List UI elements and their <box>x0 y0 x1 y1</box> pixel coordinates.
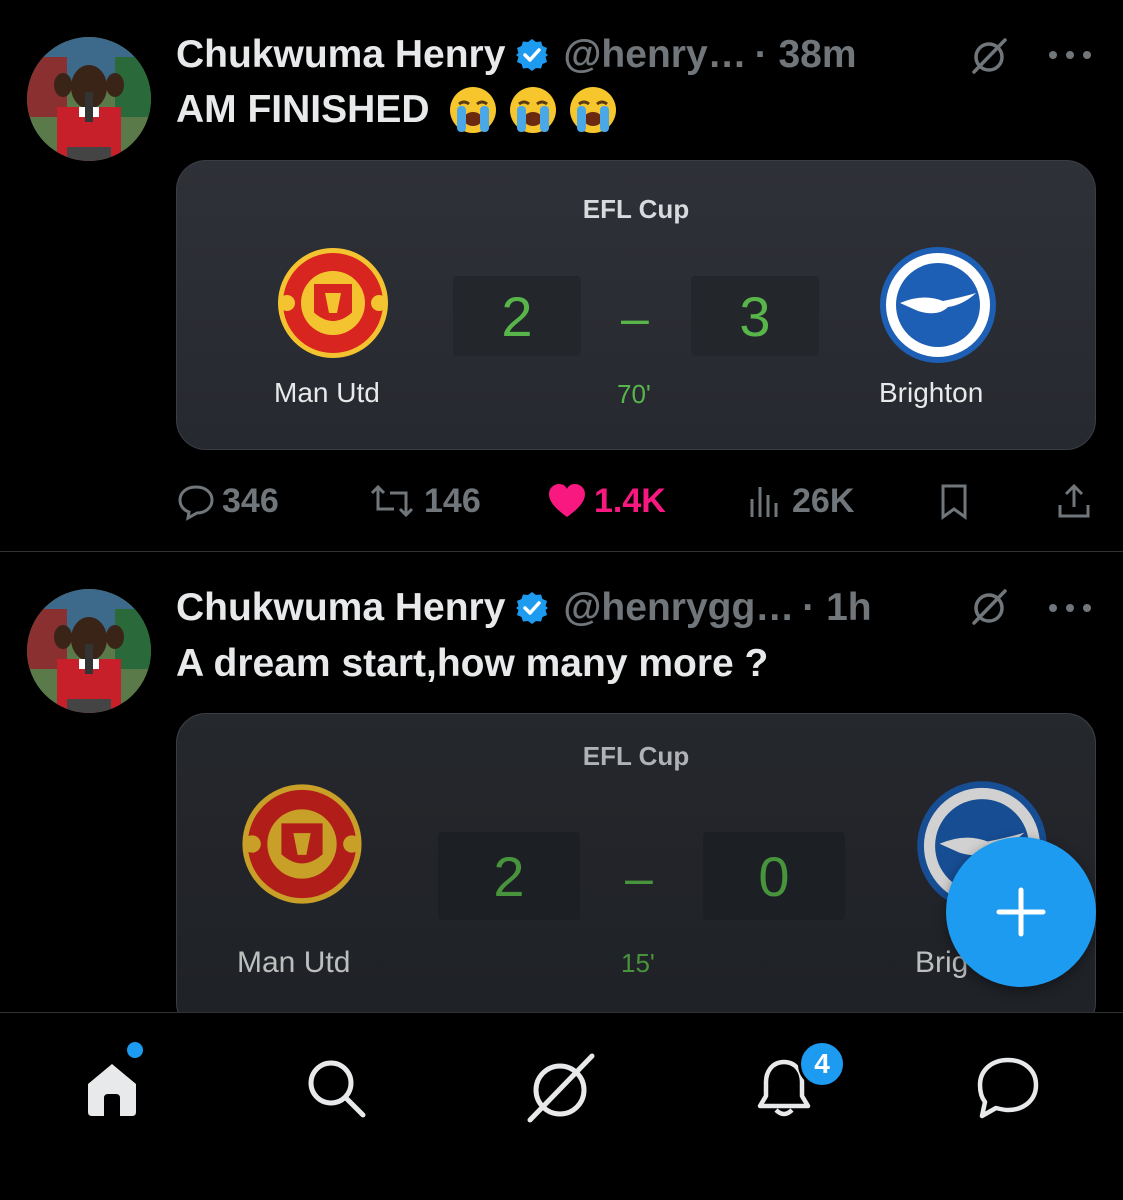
bookmark-icon <box>941 484 967 520</box>
away-score: 3 <box>691 276 819 356</box>
author-name[interactable]: Chukwuma Henry <box>176 33 505 77</box>
repost-icon <box>370 484 414 518</box>
tweet-actions: 346 146 1.4K 26K <box>176 478 1096 524</box>
competition-name: EFL Cup <box>582 194 690 224</box>
author-handle[interactable]: @henry… <box>563 33 746 77</box>
like-count: 1.4K <box>594 481 666 520</box>
tweet-time[interactable]: · 38m <box>755 33 857 77</box>
match-score-card[interactable]: EFL Cup 2 – 0 Man Utd 15' Brig <box>176 713 1096 1012</box>
more-options-icon[interactable] <box>1049 35 1091 75</box>
match-score-card[interactable]: EFL Cup 2 – 3 Man Utd 70' Brighton <box>176 160 1096 450</box>
verified-badge-icon <box>516 592 549 624</box>
tab-grok[interactable] <box>520 1048 600 1128</box>
tweet-header: Chukwuma Henry @henrygg… · 1h <box>176 583 872 633</box>
compose-button[interactable] <box>946 837 1096 987</box>
bookmark-button[interactable] <box>934 478 980 524</box>
repost-count: 146 <box>424 481 481 520</box>
views-button[interactable]: 26K <box>746 478 854 524</box>
author-name[interactable]: Chukwuma Henry <box>176 586 505 630</box>
tab-home[interactable] <box>72 1048 152 1128</box>
score-separator: – <box>621 290 649 346</box>
tweet-text: A dream start,how many more ? <box>176 639 768 689</box>
search-icon <box>308 1060 366 1118</box>
repost-button[interactable]: 146 <box>366 478 481 524</box>
tweet-header: Chukwuma Henry @henry… · 38m <box>176 30 857 80</box>
reply-icon <box>178 485 214 521</box>
avatar[interactable] <box>27 37 151 161</box>
tweet-text-content: A dream start,how many more ? <box>176 642 769 685</box>
view-count: 26K <box>792 481 855 520</box>
home-score: 2 <box>453 276 581 356</box>
more-options-icon[interactable] <box>1049 588 1091 628</box>
messages-icon <box>977 1057 1039 1119</box>
tab-messages[interactable] <box>968 1048 1048 1128</box>
loudly-crying-face-icon <box>509 87 556 133</box>
reply-count: 346 <box>222 481 279 520</box>
tweet-text-content: AM FINISHED <box>176 88 430 131</box>
verified-badge-icon <box>516 39 549 71</box>
plus-icon <box>996 887 1046 937</box>
home-team-name: Man Utd <box>274 377 380 408</box>
home-unread-dot <box>125 1040 145 1060</box>
tab-search[interactable] <box>296 1048 376 1128</box>
share-button[interactable] <box>1054 478 1100 524</box>
grok-icon[interactable] <box>969 36 1009 76</box>
card-dim-overlay <box>177 714 1095 1012</box>
tweet[interactable]: Chukwuma Henry @henry… · 38m AM FINISHED <box>0 0 1123 552</box>
brighton-crest-icon <box>880 247 996 363</box>
like-button[interactable]: 1.4K <box>546 478 666 524</box>
reply-button[interactable]: 346 <box>176 478 279 524</box>
tweet-text: AM FINISHED <box>176 82 618 138</box>
timeline: Chukwuma Henry @henry… · 38m AM FINISHED <box>0 0 1123 1012</box>
loudly-crying-face-icon <box>449 87 496 133</box>
loudly-crying-face-icon <box>569 87 616 133</box>
grok-icon <box>527 1053 595 1123</box>
match-minute: 70' <box>617 379 651 409</box>
author-handle[interactable]: @henrygg… <box>563 586 794 630</box>
avatar[interactable] <box>27 589 151 713</box>
analytics-icon <box>750 487 778 517</box>
heart-filled-icon <box>549 484 585 517</box>
away-team-name: Brighton <box>879 377 984 408</box>
tweet-time[interactable]: · 1h <box>802 586 871 630</box>
man-utd-crest-icon <box>278 248 388 358</box>
home-icon <box>88 1064 136 1116</box>
notifications-badge: 4 <box>798 1040 846 1088</box>
share-icon <box>1058 483 1090 518</box>
grok-icon[interactable] <box>969 587 1009 627</box>
